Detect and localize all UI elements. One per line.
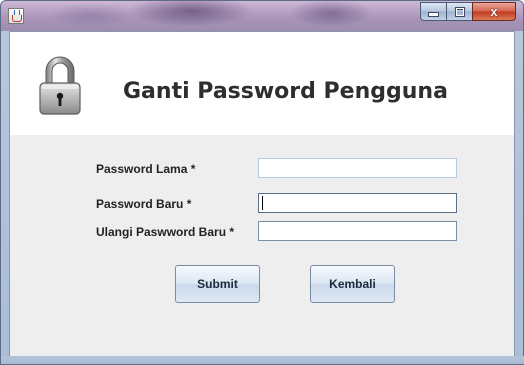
close-button[interactable]: x bbox=[472, 2, 516, 21]
window-controls: x bbox=[420, 2, 516, 22]
minimize-button[interactable] bbox=[420, 2, 446, 21]
minimize-icon bbox=[428, 12, 439, 17]
old-password-label: Password Lama * bbox=[96, 162, 196, 176]
app-window: x Ganti Password Pengguna Password Lama … bbox=[0, 0, 524, 365]
header-panel: Ganti Password Pengguna bbox=[10, 32, 514, 135]
submit-button[interactable]: Submit bbox=[175, 265, 260, 303]
window-bottom-border bbox=[1, 356, 524, 364]
maximize-icon bbox=[454, 6, 465, 17]
back-button[interactable]: Kembali bbox=[310, 265, 395, 303]
close-icon: x bbox=[490, 4, 498, 19]
confirm-password-label: Ulangi Paswword Baru * bbox=[96, 225, 235, 239]
padlock-icon bbox=[39, 56, 81, 115]
dialog-content: Ganti Password Pengguna Password Lama * … bbox=[9, 31, 515, 358]
title-bar[interactable]: x bbox=[1, 1, 523, 31]
java-app-icon[interactable] bbox=[8, 8, 24, 24]
text-caret bbox=[262, 196, 263, 210]
maximize-button[interactable] bbox=[446, 2, 472, 21]
page-title: Ganti Password Pengguna bbox=[123, 79, 448, 104]
new-password-label: Password Baru * bbox=[96, 197, 192, 211]
new-password-field[interactable] bbox=[258, 193, 457, 213]
old-password-field[interactable] bbox=[258, 158, 457, 178]
confirm-password-field[interactable] bbox=[258, 221, 457, 241]
